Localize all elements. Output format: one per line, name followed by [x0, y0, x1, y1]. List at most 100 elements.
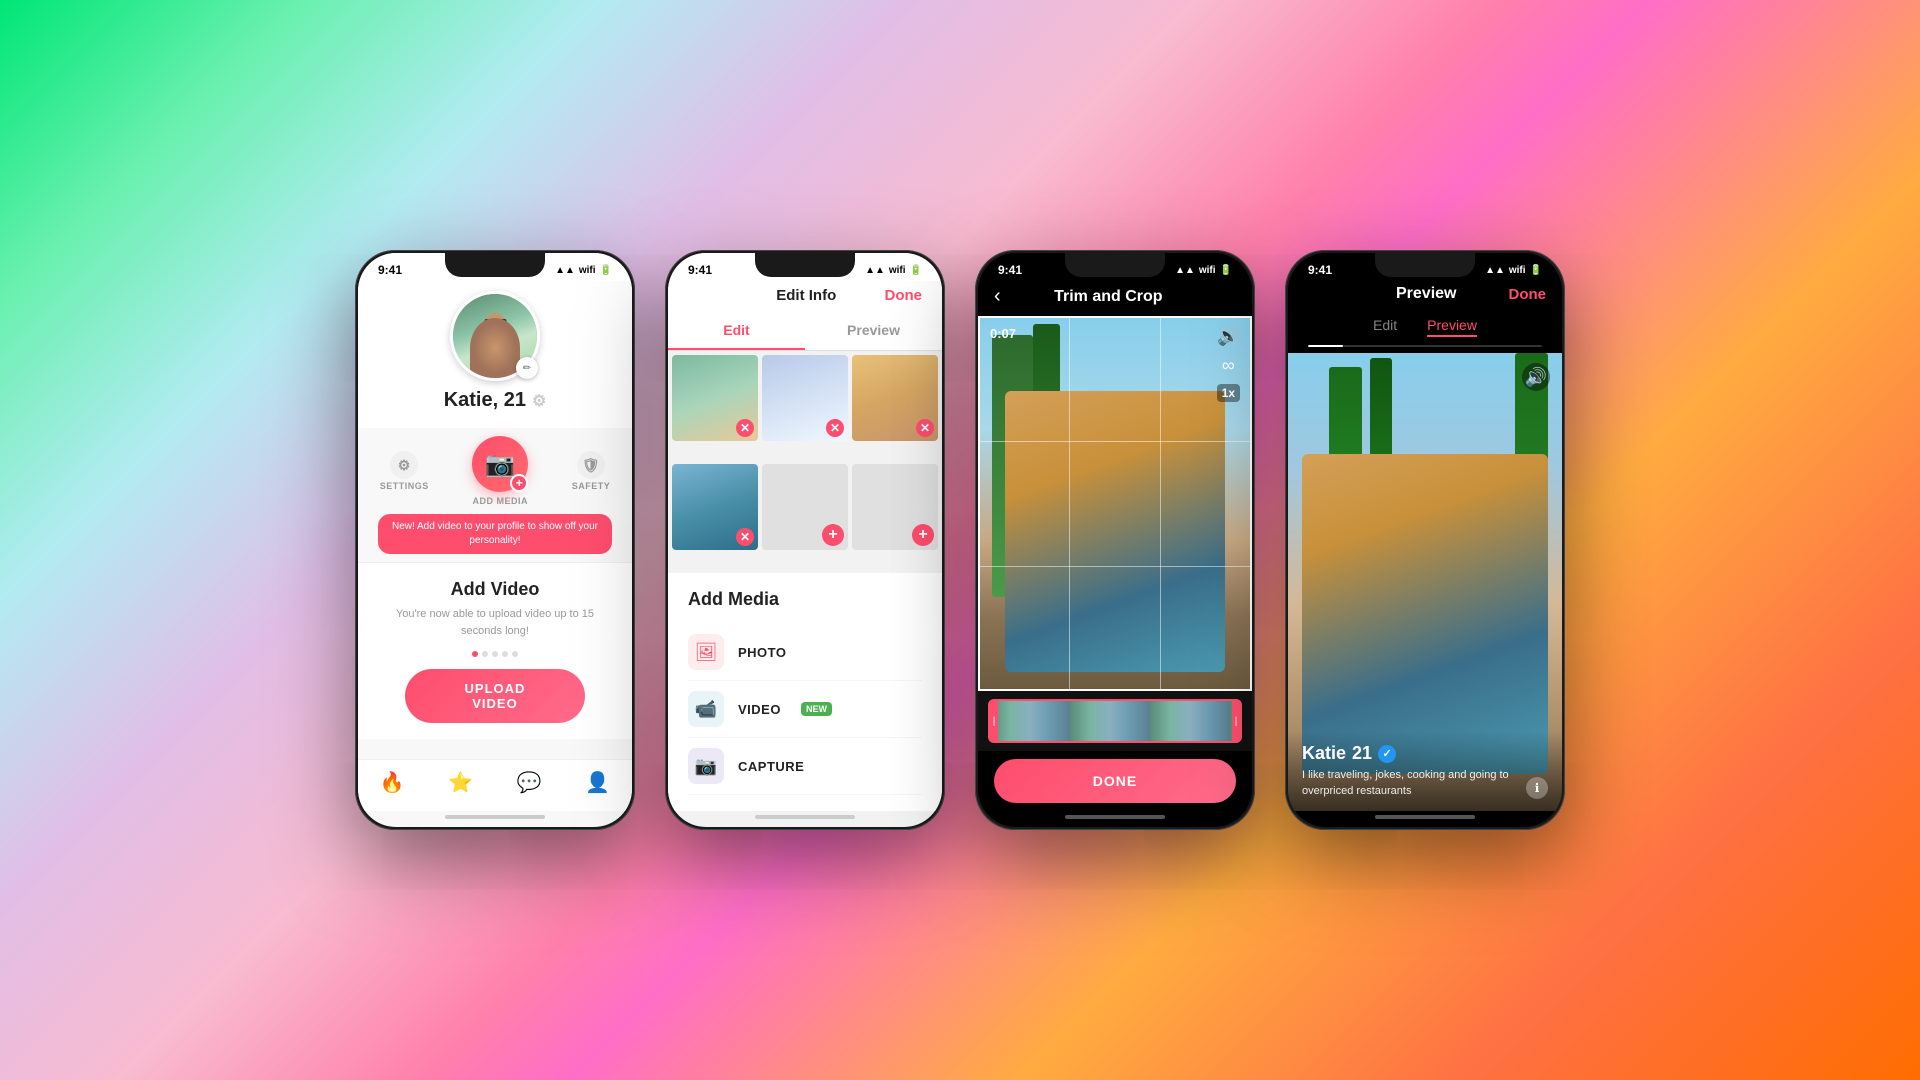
photo-remove-4[interactable]: ✕: [736, 528, 754, 546]
settings-cog-small: ⚙: [532, 391, 546, 411]
add-media-button[interactable]: 📷 +: [472, 436, 528, 492]
wifi-icon-3: wifi: [1199, 265, 1216, 276]
preview-tab-preview[interactable]: Preview: [1427, 317, 1477, 337]
person-video: [1005, 391, 1224, 672]
media-option-capture[interactable]: 📷 CAPTURE: [688, 738, 922, 795]
photo-remove-2[interactable]: ✕: [826, 419, 844, 437]
info-button[interactable]: ℹ: [1526, 777, 1548, 799]
video-crop-area[interactable]: 0:07 🔊 ∞ 1x: [978, 316, 1252, 691]
photo-label: PHOTO: [738, 645, 787, 660]
phones-container: 9:41 ▲▲ wifi 🔋: [0, 0, 1920, 1080]
battery-icon: 🔋: [600, 265, 612, 276]
trim-back-button[interactable]: ‹: [994, 285, 1001, 308]
timeline-strip[interactable]: | |: [988, 699, 1242, 743]
add-video-title: Add Video: [382, 579, 608, 600]
edit-info-header: Edit Info Done: [668, 281, 942, 312]
nav-like-icon[interactable]: 🔥: [380, 770, 405, 795]
settings-item[interactable]: ⚙ SETTINGS: [380, 451, 429, 491]
home-indicator-2: [755, 815, 855, 819]
battery-icon-3: 🔋: [1220, 265, 1232, 276]
signal-icon: ▲▲: [555, 265, 575, 276]
profile-name: Katie, 21 ⚙: [444, 389, 547, 412]
photo-cell-5[interactable]: +: [762, 464, 848, 550]
settings-row: ⚙ SETTINGS 📷 + ADD MEDIA 🛡 SAFETY: [358, 428, 632, 510]
preview-done-button[interactable]: Done: [1508, 286, 1546, 303]
add-video-section: Add Video You're now able to upload vide…: [358, 563, 632, 739]
nav-star-icon[interactable]: ⭐: [448, 770, 473, 795]
dot-2: [482, 651, 488, 657]
status-icons-3: ▲▲ wifi 🔋: [1175, 265, 1232, 276]
add-video-desc: You're now able to upload video up to 15…: [382, 606, 608, 639]
signal-icon-2: ▲▲: [865, 265, 885, 276]
phone-2: 9:41 ▲▲ wifi 🔋 Edit Info Done Edit Previ…: [665, 250, 945, 830]
preview-tabs: Edit Preview: [1288, 311, 1562, 345]
volume-icon[interactable]: 🔊: [1217, 326, 1239, 347]
preview-header-title: Preview: [1396, 285, 1456, 303]
preview-bio: I like traveling, jokes, cooking and goi…: [1302, 768, 1548, 799]
phone-4: 9:41 ▲▲ wifi 🔋 Preview Done Edit Preview: [1285, 250, 1565, 830]
video-icon: 📹: [688, 691, 724, 727]
upload-video-button[interactable]: UPLOAD VIDEO: [405, 669, 586, 723]
photo-cell-2[interactable]: ✕: [762, 355, 848, 441]
photo-cell-6[interactable]: +: [852, 464, 938, 550]
nav-profile-icon[interactable]: 👤: [585, 770, 610, 795]
preview-progress-bar: [1308, 345, 1542, 347]
trim-header: ‹ Trim and Crop: [978, 281, 1252, 316]
battery-icon-4: 🔋: [1530, 265, 1542, 276]
tooltip-bubble: New! Add video to your profile to show o…: [378, 514, 612, 554]
timeline-area: | |: [978, 691, 1252, 751]
speed-1x[interactable]: 1x: [1217, 384, 1240, 402]
preview-tab-edit[interactable]: Edit: [1373, 317, 1397, 337]
notch-4: [1375, 253, 1475, 277]
photos-grid: ✕ ✕ ✕ ✕ + +: [668, 351, 942, 573]
add-media-center[interactable]: 📷 + ADD MEDIA: [472, 436, 528, 506]
settings-gear-icon: ⚙: [390, 451, 418, 479]
media-option-video[interactable]: 📹 VIDEO NEW: [688, 681, 922, 738]
photo-add-6[interactable]: +: [912, 524, 934, 546]
home-indicator-4: [1375, 815, 1475, 819]
photo-icon: 🖼: [688, 634, 724, 670]
media-option-photo[interactable]: 🖼 PHOTO: [688, 624, 922, 681]
safety-shield-icon: 🛡: [577, 451, 605, 479]
photo-remove-1[interactable]: ✕: [736, 419, 754, 437]
home-indicator-1: [445, 815, 545, 819]
avatar-wrapper[interactable]: ✏: [450, 291, 540, 381]
add-media-sheet: Add Media 🖼 PHOTO 📹 VIDEO NEW 📷 CAPTURE: [668, 573, 942, 811]
wifi-icon-4: wifi: [1509, 265, 1526, 276]
dot-3: [492, 651, 498, 657]
capture-label: CAPTURE: [738, 759, 804, 774]
loop-icon[interactable]: ∞: [1222, 355, 1235, 376]
safety-item[interactable]: 🛡 SAFETY: [572, 451, 611, 491]
preview-user-name: Katie 21 ✓: [1302, 743, 1548, 764]
trim-done-button[interactable]: DONE: [994, 759, 1236, 803]
preview-volume-icon[interactable]: 🔊: [1522, 363, 1550, 391]
timeline-handle-left[interactable]: |: [990, 701, 998, 741]
sunglasses: [484, 319, 506, 325]
notch-3: [1065, 253, 1165, 277]
timeline-thumbnail: [990, 701, 1240, 741]
timeline-handle-right[interactable]: |: [1232, 701, 1240, 741]
signal-icon-3: ▲▲: [1175, 265, 1195, 276]
photo-cell-3[interactable]: ✕: [852, 355, 938, 441]
photo-cell-1[interactable]: ✕: [672, 355, 758, 441]
status-icons-1: ▲▲ wifi 🔋: [555, 265, 612, 276]
avatar-edit-button[interactable]: ✏: [516, 357, 538, 379]
tab-preview[interactable]: Preview: [805, 312, 942, 350]
edit-info-title: Edit Info: [776, 287, 836, 304]
status-time-3: 9:41: [998, 263, 1022, 277]
photo-add-5[interactable]: +: [822, 524, 844, 546]
tab-edit[interactable]: Edit: [668, 312, 805, 350]
video-label: VIDEO: [738, 702, 781, 717]
signal-icon-4: ▲▲: [1485, 265, 1505, 276]
verified-badge: ✓: [1378, 745, 1396, 763]
home-indicator-3: [1065, 815, 1165, 819]
photo-remove-3[interactable]: ✕: [916, 419, 934, 437]
nav-chat-icon[interactable]: 💬: [517, 770, 542, 795]
photo-cell-4[interactable]: ✕: [672, 464, 758, 550]
edit-done-button[interactable]: Done: [885, 287, 923, 304]
new-badge: NEW: [801, 702, 832, 716]
preview-video-area[interactable]: 🔊 Katie 21 ✓ I like traveling, jokes, co…: [1288, 353, 1562, 811]
capture-icon: 📷: [688, 748, 724, 784]
person-body: [478, 335, 513, 375]
status-icons-4: ▲▲ wifi 🔋: [1485, 265, 1542, 276]
